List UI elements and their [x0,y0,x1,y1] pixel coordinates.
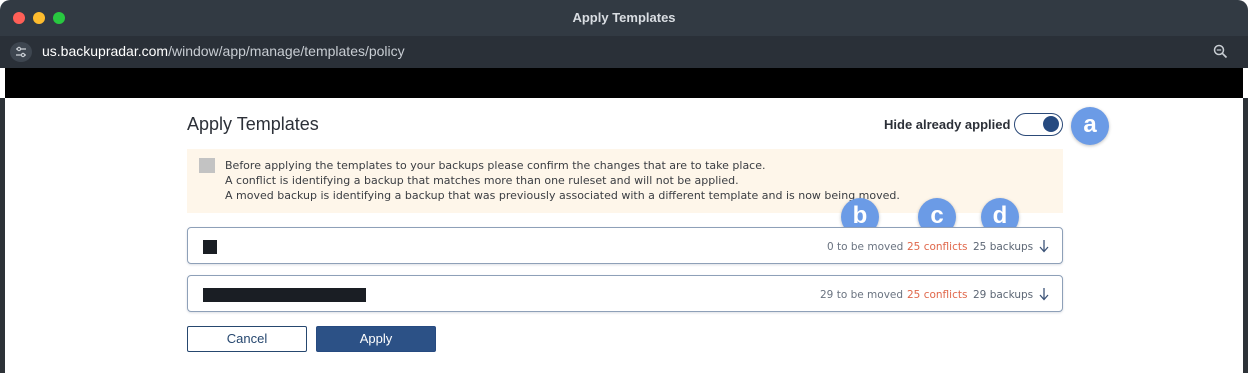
site-settings-icon[interactable] [10,42,32,62]
template-row[interactable]: 29 to be moved 25 conflicts 29 backups [187,275,1063,312]
url-host: us.backupradar.com [42,43,169,59]
notice-checkbox[interactable] [199,158,215,173]
window-title: Apply Templates [572,10,676,25]
toggle-knob [1043,116,1059,132]
redacted-template-name [203,240,217,254]
arrow-down-icon[interactable] [1038,238,1050,257]
apply-button[interactable]: Apply [316,326,436,352]
window-frame-right [1243,98,1248,373]
hide-applied-label: Hide already applied [884,117,1011,132]
zoom-icon[interactable] [1213,44,1228,63]
address-bar: us.backupradar.com/window/app/manage/tem… [0,36,1248,68]
notice-text: Before applying the templates to your ba… [225,158,900,203]
backups-count: 25 backups [973,241,1034,253]
moved-count: 0 to be moved [827,241,904,253]
hide-applied-toggle[interactable] [1014,113,1063,136]
window-titlebar: Apply Templates [0,0,1248,36]
url-path: /window/app/manage/templates/policy [168,43,405,59]
window-frame-left [0,98,5,373]
cancel-button[interactable]: Cancel [187,326,307,352]
moved-count: 29 to be moved [820,289,904,301]
url-text[interactable]: us.backupradar.com/window/app/manage/tem… [42,43,405,59]
template-row[interactable]: 0 to be moved 25 conflicts 25 backups [187,227,1063,264]
notice-line: Before applying the templates to your ba… [225,159,766,172]
notice-line: A moved backup is identifying a backup t… [225,189,900,202]
backups-count: 29 backups [973,289,1034,301]
notice-line: A conflict is identifying a backup that … [225,174,739,187]
top-banner [5,68,1243,98]
callout-a: a [1071,107,1109,145]
redacted-template-name [203,288,366,302]
page-title: Apply Templates [187,114,319,134]
arrow-down-icon[interactable] [1038,286,1050,305]
conflicts-count[interactable]: 25 conflicts [907,241,967,253]
conflicts-count[interactable]: 25 conflicts [907,289,967,301]
